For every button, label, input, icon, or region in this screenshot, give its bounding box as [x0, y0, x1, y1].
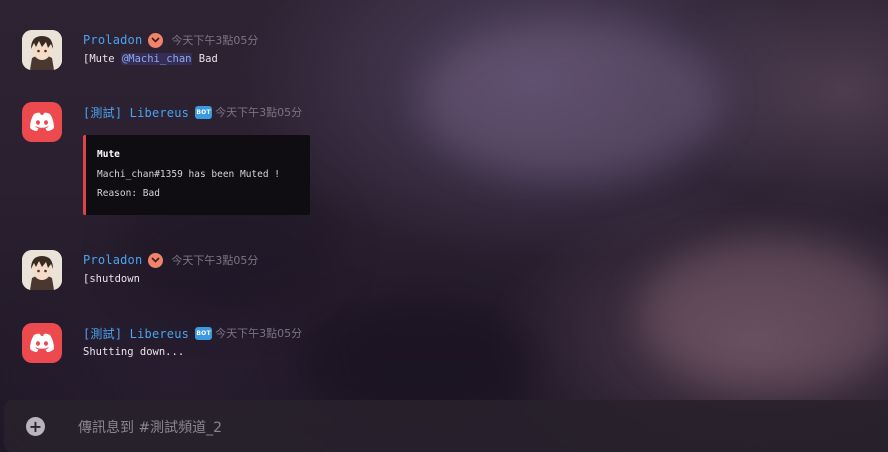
chevron-down-icon: [148, 32, 164, 48]
username[interactable]: Proladon: [83, 33, 142, 47]
message-header: [測試] Libereus BOT 今天下午3點05分: [83, 102, 302, 122]
message-header: Proladon 今天下午3點05分: [83, 250, 258, 270]
user-mention[interactable]: @Machi_chan: [120, 53, 193, 65]
username[interactable]: [測試] Libereus: [83, 104, 189, 121]
username[interactable]: [測試] Libereus: [83, 325, 189, 342]
avatar[interactable]: [22, 250, 62, 290]
chevron-down-icon: [148, 252, 164, 268]
timestamp: 今天下午3點05分: [171, 254, 259, 267]
message-content: [Mute @Machi_chan Bad: [83, 53, 218, 65]
username[interactable]: Proladon: [83, 253, 142, 267]
avatar[interactable]: [22, 30, 62, 70]
bot-tag: BOT: [195, 105, 213, 119]
message-header: Proladon 今天下午3點05分: [83, 30, 258, 50]
timestamp: 今天下午3點05分: [215, 327, 303, 340]
discord-logo-icon: [30, 112, 54, 131]
avatar[interactable]: [22, 102, 62, 142]
message-content: Shutting down...: [83, 346, 185, 358]
message-input-bar[interactable]: + 傳訊息到 #測試頻道_2: [4, 400, 888, 452]
anime-avatar-icon: [22, 250, 62, 290]
timestamp: 今天下午3點05分: [171, 34, 259, 47]
embed: Mute Machi_chan#1359 has been Muted ! Re…: [83, 135, 310, 215]
reason-text: Bad: [192, 53, 218, 65]
plus-icon[interactable]: +: [26, 417, 45, 436]
avatar[interactable]: [22, 323, 62, 363]
anime-avatar-icon: [22, 30, 62, 70]
message-content: [shutdown: [83, 273, 140, 285]
embed-reason: Reason: Bad: [97, 188, 160, 199]
message-header: [測試] Libereus BOT 今天下午3點05分: [83, 323, 302, 343]
bot-tag: BOT: [195, 326, 213, 340]
discord-logo-icon: [30, 333, 54, 352]
embed-description: Machi_chan#1359 has been Muted !: [97, 169, 281, 180]
background-cloud: [420, 20, 720, 180]
embed-title: Mute: [97, 149, 120, 160]
command-text: [Mute: [83, 53, 121, 65]
timestamp: 今天下午3點05分: [215, 106, 303, 119]
message-input-placeholder[interactable]: 傳訊息到 #測試頻道_2: [78, 417, 222, 437]
background-cloud: [640, 240, 888, 390]
